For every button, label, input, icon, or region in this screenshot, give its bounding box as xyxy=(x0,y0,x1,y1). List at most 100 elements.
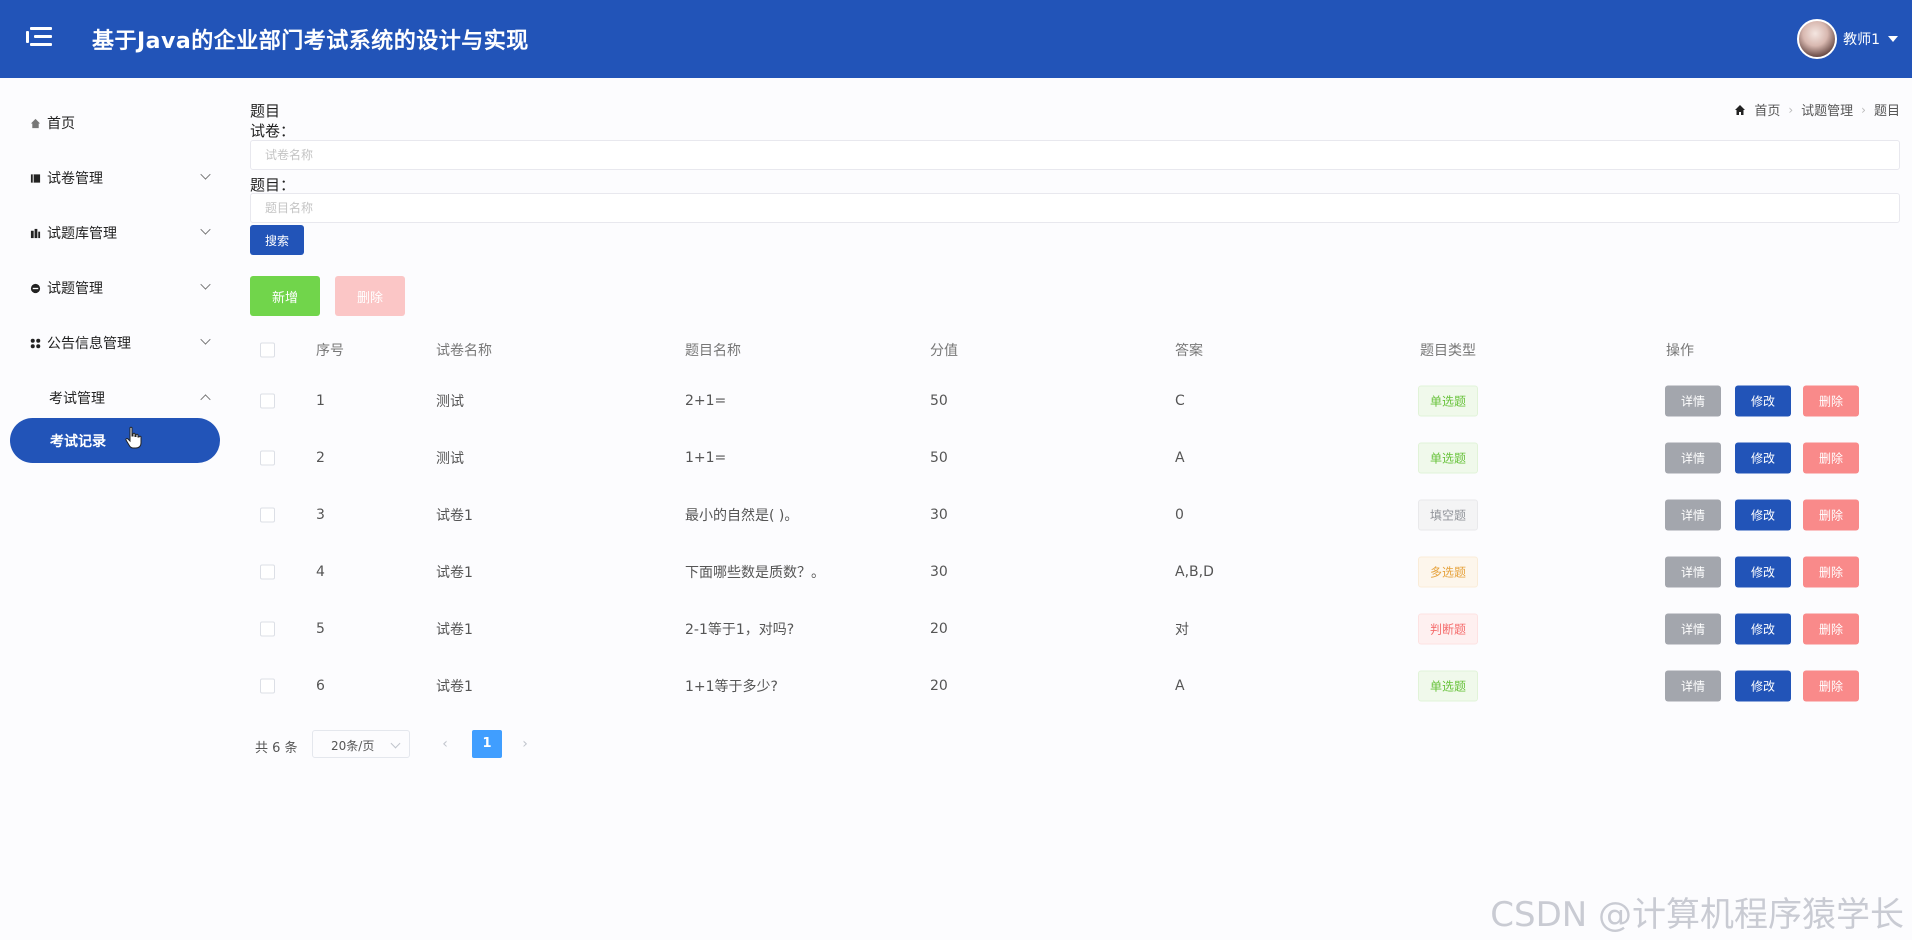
cell-answer: A xyxy=(1175,449,1185,466)
cell-answer: A xyxy=(1175,677,1185,694)
row-checkbox[interactable] xyxy=(260,393,275,408)
row-checkbox[interactable] xyxy=(260,450,275,465)
page-number-button[interactable]: 1 xyxy=(472,730,502,758)
sidebar-item-paper-management[interactable]: 试卷管理 xyxy=(30,166,211,190)
question-search-input[interactable] xyxy=(250,193,1900,223)
delete-button[interactable]: 删除 xyxy=(1803,613,1859,644)
cell-answer: 0 xyxy=(1175,506,1184,523)
table-row: 6 试卷1 1+1等于多少? 20 A 单选题 详情 修改 删除 xyxy=(250,657,1900,714)
column-header: 题目类型 xyxy=(1420,343,1476,359)
sidebar-item-label: 试卷管理 xyxy=(47,171,103,187)
breadcrumb-item[interactable]: 试题管理 xyxy=(1801,100,1853,119)
total-count: 共 6 条 xyxy=(255,741,298,756)
paper-label: 试卷： xyxy=(250,122,296,140)
cell-no: 3 xyxy=(316,506,325,523)
grid-icon xyxy=(30,338,41,348)
detail-button[interactable]: 详情 xyxy=(1665,499,1721,530)
delete-button[interactable]: 删除 xyxy=(1803,556,1859,587)
row-checkbox[interactable] xyxy=(260,621,275,636)
cell-no: 1 xyxy=(316,392,325,409)
cell-answer: C xyxy=(1175,392,1185,409)
sidebar-item-label: 公告信息管理 xyxy=(47,336,131,352)
question-type-badge: 判断题 xyxy=(1418,613,1479,644)
page-size-value: 20条/页 xyxy=(331,739,375,753)
column-header: 答案 xyxy=(1175,343,1203,359)
questions-table: 序号 试卷名称 题目名称 分值 答案 题目类型 操作 1 测试 2+1= 50 … xyxy=(250,328,1900,714)
column-header: 试卷名称 xyxy=(436,343,492,359)
next-page-button[interactable]: › xyxy=(513,732,537,756)
column-header: 分值 xyxy=(930,343,958,359)
table-row: 1 测试 2+1= 50 C 单选题 详情 修改 删除 xyxy=(250,372,1900,429)
edit-button[interactable]: 修改 xyxy=(1735,499,1791,530)
edit-button[interactable]: 修改 xyxy=(1735,385,1791,416)
select-all-checkbox[interactable] xyxy=(260,342,275,358)
question-type-badge: 单选题 xyxy=(1418,442,1479,473)
delete-button[interactable]: 删除 xyxy=(1803,670,1859,701)
menu-toggle-icon[interactable] xyxy=(26,27,52,49)
delete-button[interactable]: 删除 xyxy=(1803,442,1859,473)
edit-button[interactable]: 修改 xyxy=(1735,442,1791,473)
row-checkbox[interactable] xyxy=(260,678,275,693)
cell-score: 30 xyxy=(930,563,948,580)
cell-no: 2 xyxy=(316,449,325,466)
row-checkbox[interactable] xyxy=(260,507,275,522)
pointer-cursor-icon xyxy=(125,426,142,449)
watermark: CSDN @计算机程序猿学长 xyxy=(1490,895,1904,935)
detail-button[interactable]: 详情 xyxy=(1665,442,1721,473)
chevron-down-icon xyxy=(200,279,211,290)
table-row: 3 试卷1 最小的自然是( )。 30 0 填空题 详情 修改 删除 xyxy=(250,486,1900,543)
sidebar-item-label: 试题管理 xyxy=(47,281,103,297)
detail-button[interactable]: 详情 xyxy=(1665,385,1721,416)
sidebar xyxy=(0,78,230,940)
caret-down-icon[interactable] xyxy=(1888,36,1898,42)
row-checkbox[interactable] xyxy=(260,564,275,579)
sidebar-item-home[interactable]: 首页 xyxy=(30,111,210,135)
user-menu[interactable]: 教师1 xyxy=(1797,17,1898,61)
question-type-badge: 单选题 xyxy=(1418,670,1479,701)
pagination: 共 6 条 20条/页 ‹ 1 › xyxy=(250,730,850,760)
delete-button[interactable]: 删除 xyxy=(1803,499,1859,530)
sidebar-item-question-bank[interactable]: 试题库管理 xyxy=(30,221,211,245)
search-button[interactable]: 搜索 xyxy=(250,225,304,255)
cell-paper: 试卷1 xyxy=(436,621,473,638)
book-icon xyxy=(30,173,41,183)
paper-search-input[interactable] xyxy=(250,140,1900,170)
sidebar-item-exam-records[interactable]: 考试记录 xyxy=(10,418,220,463)
sidebar-item-notice-management[interactable]: 公告信息管理 xyxy=(30,331,211,355)
prev-page-button[interactable]: ‹ xyxy=(433,732,457,756)
cell-score: 20 xyxy=(930,620,948,637)
edit-button[interactable]: 修改 xyxy=(1735,613,1791,644)
sidebar-item-question-management[interactable]: 试题管理 xyxy=(30,276,211,300)
chevron-up-icon xyxy=(200,394,211,405)
column-header: 题目名称 xyxy=(685,343,741,359)
chevron-down-icon xyxy=(390,738,401,749)
chevron-down-icon xyxy=(200,224,211,235)
question-type-badge: 多选题 xyxy=(1418,556,1479,587)
page-size-select[interactable]: 20条/页 xyxy=(312,730,410,758)
sidebar-item-label: 首页 xyxy=(47,116,75,132)
sidebar-item-label: 考试记录 xyxy=(50,433,106,450)
sidebar-item-label: 考试管理 xyxy=(49,391,105,407)
delete-button[interactable]: 删除 xyxy=(1803,385,1859,416)
top-header: 基于Java的企业部门考试系统的设计与实现 教师1 xyxy=(0,0,1912,78)
edit-button[interactable]: 修改 xyxy=(1735,670,1791,701)
add-button[interactable]: 新增 xyxy=(250,276,320,316)
detail-button[interactable]: 详情 xyxy=(1665,613,1721,644)
cell-score: 50 xyxy=(930,449,948,466)
page-title: 题目 xyxy=(250,102,281,120)
chevron-down-icon xyxy=(200,334,211,345)
breadcrumb-item[interactable]: 首页 xyxy=(1754,100,1780,119)
avatar[interactable] xyxy=(1797,19,1838,59)
breadcrumb-separator-icon: › xyxy=(1861,102,1866,117)
home-icon xyxy=(1735,104,1746,115)
edit-button[interactable]: 修改 xyxy=(1735,556,1791,587)
library-icon xyxy=(30,228,41,238)
user-name[interactable]: 教师1 xyxy=(1843,29,1880,49)
detail-button[interactable]: 详情 xyxy=(1665,670,1721,701)
sidebar-item-exam-management[interactable]: 考试管理 xyxy=(49,386,211,410)
table-row: 4 试卷1 下面哪些数是质数？。 30 A,B,D 多选题 详情 修改 删除 xyxy=(250,543,1900,600)
batch-delete-button[interactable]: 删除 xyxy=(335,276,405,316)
detail-button[interactable]: 详情 xyxy=(1665,556,1721,587)
column-header: 序号 xyxy=(316,343,344,359)
question-type-badge: 单选题 xyxy=(1418,385,1479,416)
